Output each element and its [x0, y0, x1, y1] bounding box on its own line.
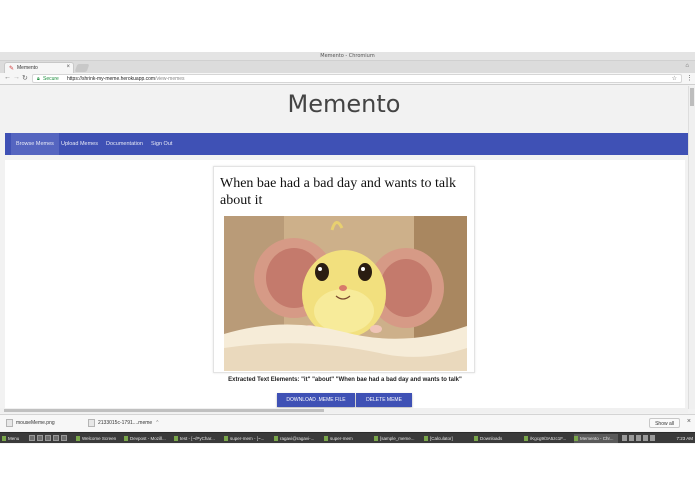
- url-path: /view-memes: [155, 76, 185, 82]
- back-arrow-icon[interactable]: ←: [4, 74, 11, 81]
- volume-icon[interactable]: [643, 435, 648, 441]
- taskbar-window[interactable]: super-mem - [~...: [224, 434, 270, 443]
- meme-image: [224, 216, 467, 371]
- battery-icon[interactable]: [650, 435, 655, 441]
- tab-memento[interactable]: ✎ Memento ×: [4, 62, 74, 73]
- page-viewport: Memento Browse Memes Upload Memes Docume…: [0, 86, 688, 408]
- bluetooth-icon[interactable]: [629, 435, 634, 441]
- site-navbar: Browse Memes Upload Memes Documentation …: [5, 133, 688, 155]
- show-all-button[interactable]: Show all: [649, 418, 680, 428]
- meme-caption: When bae had a bad day and wants to talk…: [220, 176, 456, 208]
- clock: 7:23 AM: [676, 436, 693, 441]
- star-icon[interactable]: ☆: [672, 75, 677, 82]
- profile-icon[interactable]: ⌂: [685, 63, 689, 69]
- scroll-thumb-horizontal[interactable]: [4, 409, 324, 412]
- nav-documentation[interactable]: Documentation: [101, 133, 148, 155]
- secure-label: Secure: [43, 76, 59, 82]
- download-item[interactable]: 2133015c-1791....meme ⌃: [88, 418, 159, 429]
- download-shelf: mouseMeme.png 2133015c-1791....meme ⌃ Sho…: [0, 414, 695, 431]
- close-icon[interactable]: ×: [687, 418, 691, 425]
- taskbar-window[interactable]: ragavi@ragavi-...: [274, 434, 320, 443]
- file-icon: [6, 418, 13, 427]
- tab-close-icon[interactable]: ×: [66, 64, 70, 70]
- launcher-icon[interactable]: [37, 435, 43, 441]
- menu-icon[interactable]: ⋮: [686, 74, 693, 82]
- taskbar-menu[interactable]: Menu: [2, 434, 28, 443]
- mouse-illustration: [224, 216, 467, 371]
- network-icon[interactable]: [636, 435, 641, 441]
- scroll-thumb[interactable]: [690, 88, 694, 106]
- launcher-icon[interactable]: [29, 435, 35, 441]
- url-host: https://shrink-my-meme.herokuapp.com: [67, 76, 156, 82]
- taskbar-window[interactable]: [sample_meme...: [374, 434, 420, 443]
- address-bar[interactable]: 🔒︎ Secure https://shrink-my-meme.herokua…: [32, 74, 682, 83]
- taskbar-window[interactable]: [Calculator]: [424, 434, 470, 443]
- browser-window: Memento - Chromium ✎ Memento × ⌂ ← → ↻ 🔒…: [0, 52, 695, 444]
- download-meme-button[interactable]: DOWNLOAD .MEME FILE: [277, 393, 355, 407]
- taskbar-window[interactable]: Downloads: [474, 434, 520, 443]
- launcher-icon[interactable]: [45, 435, 51, 441]
- site-title: Memento: [287, 90, 401, 118]
- nav-sign-out[interactable]: Sign Out: [146, 133, 177, 155]
- window-title: Memento - Chromium: [320, 53, 375, 59]
- tab-strip: ✎ Memento × ⌂: [0, 61, 695, 73]
- new-tab-button[interactable]: [74, 64, 90, 72]
- taskbar-window[interactable]: super-mem: [324, 434, 370, 443]
- taskbar-window-active[interactable]: Memento - Chr...: [574, 434, 618, 443]
- taskbar-window[interactable]: Devpost - Mozill...: [124, 434, 170, 443]
- taskbar-window[interactable]: Welcome Screen: [76, 434, 120, 443]
- horizontal-scrollbar[interactable]: [0, 408, 688, 413]
- url-text: https://shrink-my-meme.herokuapp.com/vie…: [67, 76, 185, 82]
- browser-toolbar: ← → ↻ 🔒︎ Secure https://shrink-my-meme.h…: [0, 73, 695, 85]
- forward-arrow-icon[interactable]: →: [13, 74, 20, 81]
- content-panel: When bae had a bad day and wants to talk…: [5, 160, 685, 408]
- lock-icon: 🔒︎: [37, 76, 40, 82]
- delete-meme-button[interactable]: DELETE MEME: [356, 393, 412, 407]
- download-item[interactable]: mouseMeme.png: [6, 418, 55, 429]
- download-filename: 2133015c-1791....meme: [98, 420, 153, 426]
- page-icon: ✎: [9, 66, 15, 72]
- tab-title: Memento: [17, 65, 38, 71]
- meme-card: When bae had a bad day and wants to talk…: [213, 166, 475, 373]
- chevron-up-icon[interactable]: ⌃: [155, 420, 159, 426]
- download-filename: mouseMeme.png: [16, 420, 55, 426]
- nav-browse-memes[interactable]: Browse Memes: [11, 133, 59, 155]
- title-bar: Memento - Chromium: [0, 52, 695, 61]
- os-taskbar: Menu Welcome Screen Devpost - Mozill... …: [0, 432, 695, 443]
- vertical-scrollbar[interactable]: [688, 86, 695, 409]
- file-icon: [88, 418, 95, 427]
- nav-upload-memes[interactable]: Upload Memes: [56, 133, 103, 155]
- launcher-icon[interactable]: [53, 435, 59, 441]
- taskbar-window[interactable]: test - [~/PyChar...: [174, 434, 220, 443]
- taskbar-window[interactable]: /Kgcg9/3A5zc1F...: [524, 434, 570, 443]
- extracted-text: Extracted Text Elements: "it" "about" "W…: [228, 377, 462, 383]
- launcher-icon[interactable]: [61, 435, 67, 441]
- user-icon[interactable]: [622, 435, 627, 441]
- reload-icon[interactable]: ↻: [22, 74, 28, 82]
